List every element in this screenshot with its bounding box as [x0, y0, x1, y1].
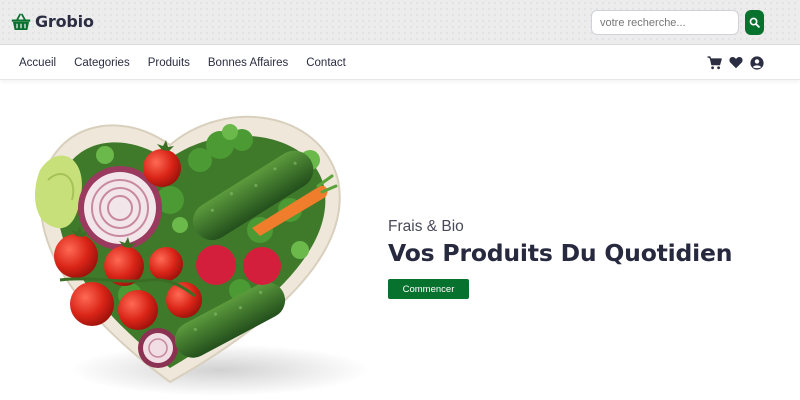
- nav-item-accueil[interactable]: Accueil: [19, 57, 56, 69]
- brand-name: Grobio: [35, 12, 94, 31]
- nav-item-contact[interactable]: Contact: [306, 57, 346, 69]
- nav-item-produits[interactable]: Produits: [148, 57, 190, 69]
- hero-subtitle: Frais & Bio: [388, 218, 464, 235]
- nav-icons: [707, 45, 764, 80]
- basket-icon: [11, 13, 31, 31]
- nav-links: Accueil Categories Produits Bonnes Affai…: [19, 45, 364, 80]
- search-icon: [749, 17, 760, 28]
- search-button[interactable]: [745, 10, 764, 35]
- start-button[interactable]: Commencer: [388, 279, 469, 299]
- search-input[interactable]: [591, 10, 739, 35]
- hero-image: [20, 100, 370, 400]
- nav-item-categories[interactable]: Categories: [74, 57, 130, 69]
- heart-icon[interactable]: [728, 55, 743, 70]
- top-bar: Grobio: [0, 0, 800, 45]
- user-icon[interactable]: [749, 55, 764, 70]
- hero-title: Vos Produits Du Quotidien: [388, 239, 733, 267]
- nav-item-bonnes-affaires[interactable]: Bonnes Affaires: [208, 57, 288, 69]
- cart-icon[interactable]: [707, 55, 722, 70]
- hero-content: Frais & Bio Vos Produits Du Quotidien Co…: [388, 218, 733, 299]
- logo[interactable]: Grobio: [11, 12, 94, 31]
- main-nav: Accueil Categories Produits Bonnes Affai…: [0, 45, 800, 80]
